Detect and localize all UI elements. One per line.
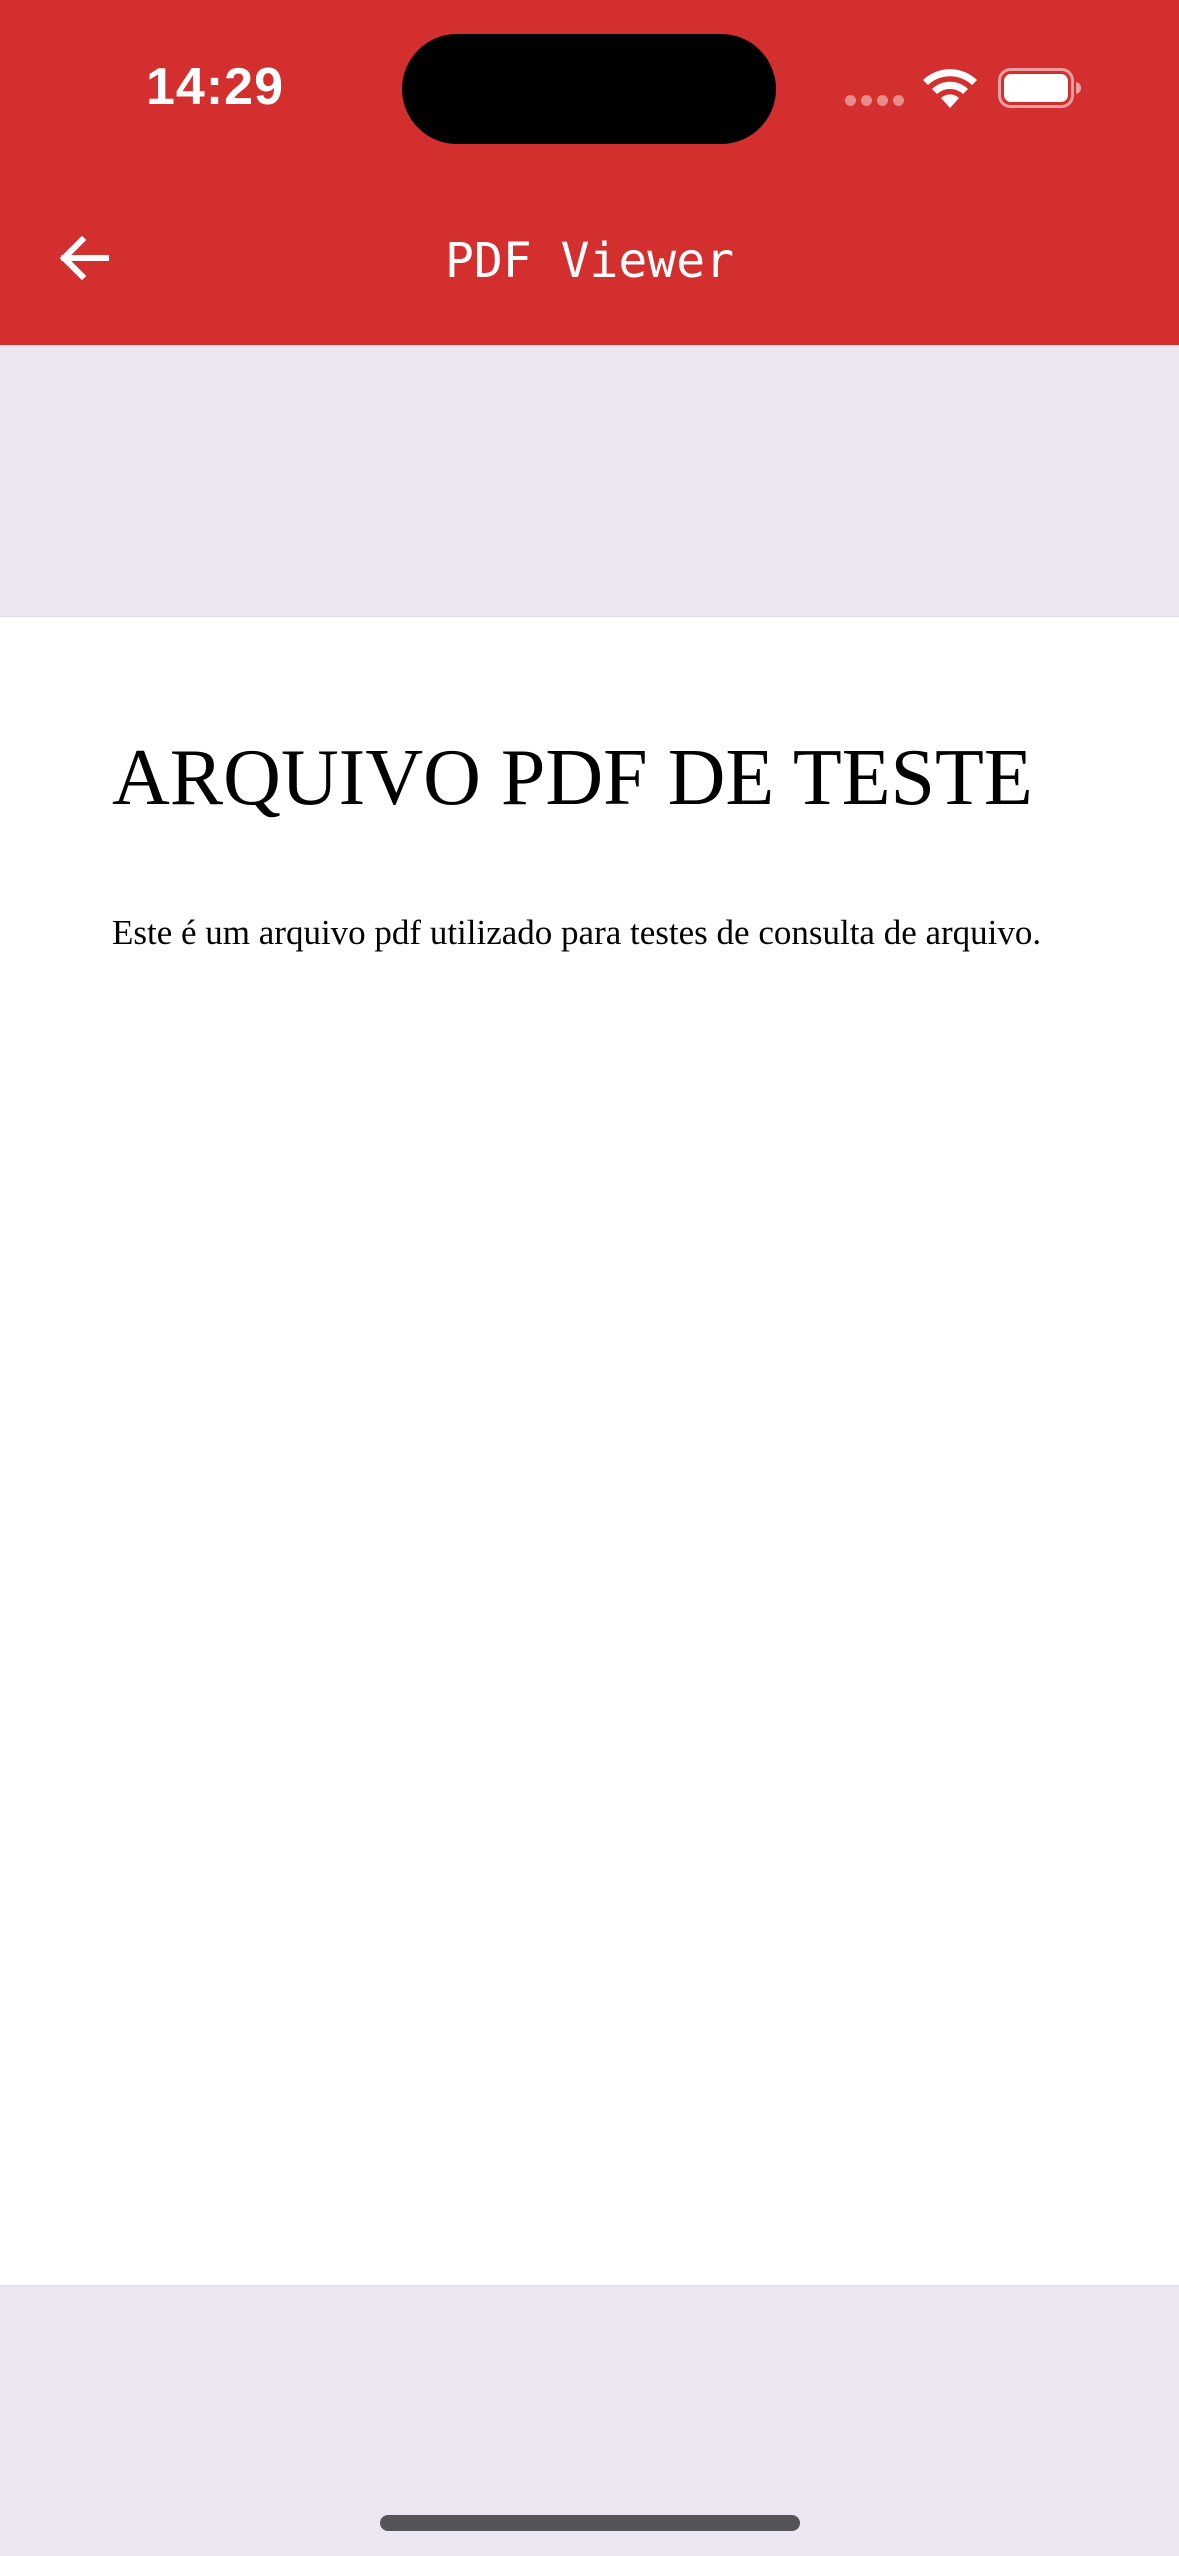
arrow-back-icon bbox=[59, 235, 109, 281]
cellular-signal-icon bbox=[845, 95, 905, 107]
pdf-viewer-screen: 14:29 PDF Viewer ARQUIVO PDF DE TESTE Es… bbox=[0, 0, 1179, 2556]
pdf-page[interactable] bbox=[0, 617, 1179, 2285]
status-bar-time: 14:29 bbox=[146, 58, 284, 116]
pdf-document-title: ARQUIVO PDF DE TESTE bbox=[112, 734, 1033, 822]
dynamic-island bbox=[402, 34, 776, 144]
app-bar-title: PDF Viewer bbox=[445, 233, 734, 289]
back-button[interactable] bbox=[48, 222, 120, 294]
app-bar: 14:29 PDF Viewer bbox=[0, 0, 1179, 345]
pdf-document-body: Este é um arquivo pdf utilizado para tes… bbox=[112, 913, 1042, 952]
wifi-icon bbox=[923, 69, 977, 108]
battery-icon bbox=[998, 68, 1081, 108]
home-indicator[interactable] bbox=[380, 2515, 800, 2531]
